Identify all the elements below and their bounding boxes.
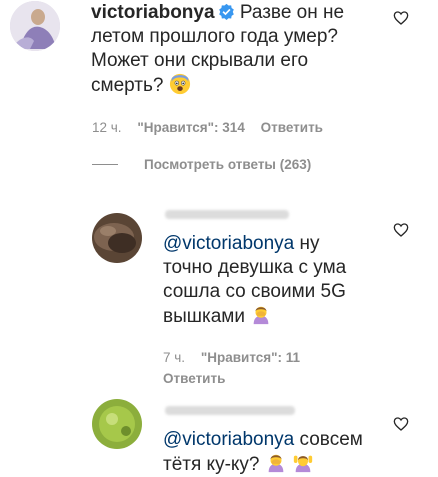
comment-text-line: Разве он не: [239, 2, 345, 23]
fearful-face-emoji-icon: [169, 73, 190, 95]
comment-text-line: смерть?: [91, 75, 164, 96]
woman-facepalming-emoji-icon: [253, 306, 269, 325]
view-replies-label: Посмотреть ответы (263): [144, 157, 312, 172]
avatar-photo: [92, 399, 142, 449]
reply-text: @victoriabonya ну точно девушка с ума со…: [163, 232, 393, 329]
avatar-photo: [10, 1, 60, 51]
comment-time[interactable]: 7 ч.: [163, 350, 185, 365]
username[interactable]: victoriabonya: [91, 2, 215, 23]
like-heart-icon[interactable]: [393, 416, 409, 432]
avatar[interactable]: [10, 1, 60, 51]
mention-link[interactable]: @victoriabonya: [163, 233, 294, 254]
reply-button[interactable]: Ответить: [163, 371, 225, 386]
comment-main-text: victoriabonya Разве он не летом прошлого…: [91, 1, 421, 98]
reply-text: @victoriabonya совсем тётя ку-ку?: [163, 428, 393, 477]
view-replies-button[interactable]: Посмотреть ответы (263): [92, 157, 311, 172]
avatar[interactable]: [92, 399, 142, 449]
comment-text-line: точно девушка с ума: [163, 257, 347, 278]
likes-count[interactable]: "Нравится": 314: [137, 120, 245, 135]
reply-button[interactable]: Ответить: [261, 120, 323, 135]
comment-text-line: Может они скрывали его: [91, 50, 309, 71]
comment-text-line: летом прошлого года умер?: [91, 26, 338, 47]
comment-text-line: совсем: [294, 429, 363, 450]
like-heart-icon[interactable]: [393, 222, 409, 238]
comment-time[interactable]: 12 ч.: [92, 120, 122, 135]
blurred-username[interactable]: [165, 406, 295, 415]
divider: [92, 164, 118, 165]
comment-text-line: вышками: [163, 306, 245, 327]
reply-meta: 7 ч. "Нравится": 11: [163, 350, 312, 365]
blurred-username[interactable]: [165, 210, 289, 219]
likes-count[interactable]: "Нравится": 11: [201, 350, 300, 365]
mention-link[interactable]: @victoriabonya: [163, 429, 294, 450]
like-heart-icon[interactable]: [393, 10, 409, 26]
verified-badge-icon: [218, 3, 234, 20]
comment-text-line: ну: [294, 233, 320, 254]
comment-text-line: сошла со своими 5G: [163, 281, 346, 302]
comment-main-meta: 12 ч. "Нравится": 314 Ответить: [92, 120, 335, 135]
avatar[interactable]: [92, 213, 142, 263]
avatar-photo: [92, 213, 142, 263]
comment-text-line: тётя ку-ку?: [163, 454, 260, 475]
